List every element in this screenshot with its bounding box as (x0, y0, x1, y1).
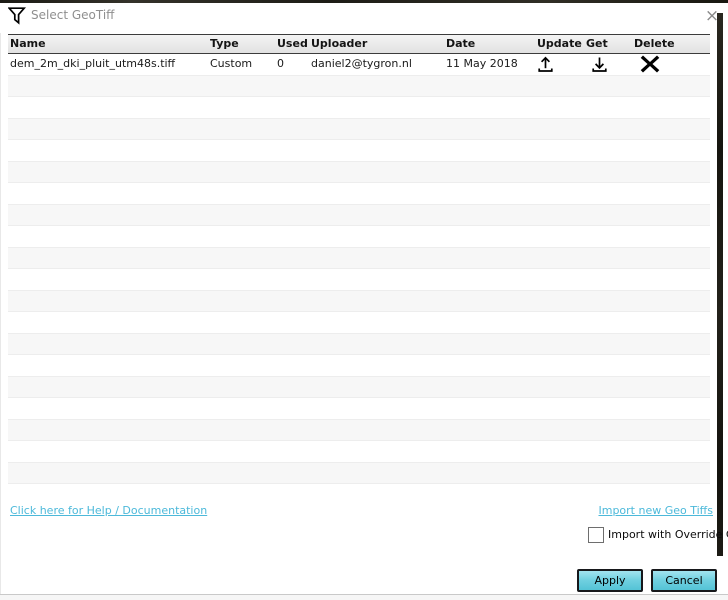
delete-x-icon[interactable] (640, 55, 660, 73)
table-row-empty (8, 355, 710, 377)
table-row-empty (8, 376, 710, 398)
table-row-empty (8, 462, 710, 484)
table-row-empty (8, 75, 710, 97)
column-header-get: Get (586, 35, 608, 53)
background-app-right-edge (717, 13, 723, 556)
table-row-empty (8, 226, 710, 248)
column-header-update: Update (537, 35, 582, 53)
table-row-empty (8, 312, 710, 334)
override-crs-label: Import with Override Crs (608, 528, 728, 541)
column-header-delete: Delete (634, 35, 675, 53)
column-header-name: Name (10, 35, 46, 53)
table-row-empty (8, 183, 710, 205)
apply-button[interactable]: Apply (577, 569, 643, 592)
table-row-empty (8, 419, 710, 441)
table-header: Name Type Used Uploader Date Update Get … (8, 34, 710, 54)
dialog-left-border (0, 3, 1, 594)
row-type-cell: Custom (210, 53, 252, 75)
table-row-empty (8, 290, 710, 312)
upload-icon[interactable] (536, 55, 556, 73)
column-header-uploader: Uploader (311, 35, 367, 53)
table-row-empty (8, 441, 710, 463)
row-date-cell: 11 May 2018 (446, 53, 518, 75)
title-bar: Select GeoTiff × (0, 3, 717, 33)
help-documentation-link[interactable]: Click here for Help / Documentation (10, 504, 207, 517)
column-header-type: Type (210, 35, 239, 53)
table-row-empty (8, 118, 710, 140)
download-icon[interactable] (590, 55, 610, 73)
row-used-cell: 0 (277, 53, 284, 75)
table-row[interactable]: dem_2m_dki_pluit_utm48s.tiff Custom 0 da… (8, 53, 710, 75)
table-empty-rows (8, 75, 710, 484)
row-uploader-cell: daniel2@tygron.nl (311, 53, 412, 75)
table-row-empty (8, 333, 710, 355)
table-row-empty (8, 140, 710, 162)
table-row-empty (8, 269, 710, 291)
cancel-button[interactable]: Cancel (651, 569, 717, 592)
table-body: dem_2m_dki_pluit_utm48s.tiff Custom 0 da… (8, 53, 710, 484)
table-row-empty (8, 97, 710, 119)
close-icon[interactable]: × (697, 3, 727, 30)
window-title: Select GeoTiff (31, 8, 114, 22)
column-header-date: Date (446, 35, 475, 53)
table-row-empty (8, 247, 710, 269)
background-bottom-edge (0, 595, 728, 600)
column-header-used: Used (277, 35, 308, 53)
table-row-empty (8, 398, 710, 420)
funnel-icon (8, 7, 26, 25)
override-crs-checkbox[interactable] (588, 527, 604, 543)
table-row-empty (8, 161, 710, 183)
table-row-empty (8, 204, 710, 226)
import-new-geotiffs-link[interactable]: Import new Geo Tiffs (598, 504, 713, 517)
row-name-cell: dem_2m_dki_pluit_utm48s.tiff (10, 53, 175, 75)
